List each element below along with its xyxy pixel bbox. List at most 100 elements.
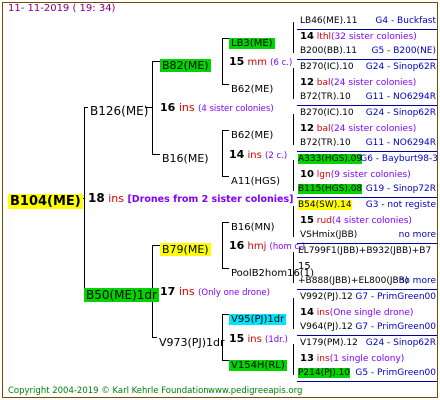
l4-left-2[interactable]: B200(BB).11 <box>300 46 357 56</box>
l4-right-8: G11 - NO6294R <box>365 138 436 148</box>
l4-row-2[interactable]: B200(BB).11 G5 - B200(NE) <box>300 46 438 56</box>
l4-left-6[interactable]: B270(IC).10 <box>300 108 354 118</box>
l2-0-in <box>152 61 160 62</box>
l4-left-14[interactable]: VSHmix(JBB) <box>300 230 357 240</box>
l4-right-12: G3 - not registe <box>365 200 436 210</box>
l4-right-5: G11 - NO6294R <box>365 92 436 102</box>
dam-name[interactable]: B50(ME)1dr <box>84 288 159 302</box>
l3-name-2[interactable]: B62(ME) <box>229 130 275 141</box>
l3-name-6[interactable]: V95(PJ)1dr <box>229 314 287 325</box>
l4-row-14[interactable]: VSHmix(JBB) no more <box>300 230 438 240</box>
l3-note-7: (1 single colony) <box>329 354 405 364</box>
l4-row-11[interactable]: B115(HGS).08 G19 - Sinop72R <box>298 184 438 194</box>
sire-name[interactable]: B126(ME) <box>88 104 150 118</box>
l3-count-4: 15 <box>300 215 314 226</box>
l2-count-2: 16 <box>229 239 245 252</box>
l2-name-1[interactable]: B16(ME) <box>160 152 211 165</box>
sire-unit: ins <box>178 101 195 114</box>
sire-node[interactable]: B126(ME) <box>88 100 150 119</box>
divider <box>297 381 437 382</box>
root-unit: ins <box>108 192 124 205</box>
root-info: 18 ins [Drones from 2 sister colonies] <box>88 191 294 205</box>
l2-2-in <box>152 245 160 246</box>
l3-unit-6: ins <box>316 308 330 318</box>
l3-4-bracket <box>293 206 294 237</box>
l3-info-0: 14 lthl(32 sister colonies) <box>300 31 417 42</box>
copyright: Copyright 2004-2019 © Karl Kehrle Founda… <box>8 386 209 396</box>
divider <box>297 105 437 106</box>
l3-unit-3: lgn <box>316 170 331 180</box>
l4-row-0[interactable]: LB46(ME).11 G4 - Buckfast <box>300 16 438 26</box>
l3-name-4[interactable]: B16(MN) <box>229 222 277 233</box>
l4-row-9[interactable]: A333(HGS).09 G6 - Bayburt98-3 <box>298 154 438 164</box>
l3-node-3[interactable]: A11(HGS) <box>229 169 282 188</box>
l4-row-15[interactable]: EL799F1(JBB)+B932(JBB)+B7 <box>298 246 431 256</box>
l4-left-18[interactable]: V992(PJ).12 <box>300 292 353 302</box>
l4-left-20[interactable]: V964(PJ).12 <box>300 322 353 332</box>
l3-node-6[interactable]: V95(PJ)1dr <box>229 307 287 326</box>
l4-left-8[interactable]: B72(TR).10 <box>300 138 351 148</box>
l3-6-bracket <box>293 298 294 329</box>
l4-row-20[interactable]: V964(PJ).12 G7 - PrimGreen00 <box>300 322 438 332</box>
l4-row-12[interactable]: B54(SW).14 G3 - not registe <box>298 200 438 210</box>
dam-node[interactable]: B50(ME)1dr <box>84 284 159 303</box>
l4-row-18[interactable]: V992(PJ).12 G7 - PrimGreen00 <box>300 292 438 302</box>
l2-node-3[interactable]: V973(PJ)1dr <box>157 331 226 350</box>
l2-0-bracket <box>222 38 223 84</box>
l4-left-16: 15 <box>298 261 311 272</box>
divider <box>297 151 437 152</box>
l2-1-in <box>152 154 160 155</box>
l4-right-18: G7 - PrimGreen00 <box>355 292 436 302</box>
l4-row-23[interactable]: P214(PJ).10 G5 - PrimGreen00 <box>298 368 438 378</box>
l4-left-23[interactable]: P214(PJ).10 <box>298 368 351 378</box>
l4-left-15[interactable]: EL799F1(JBB)+B932(JBB)+B7 <box>298 246 431 256</box>
l4-left-0[interactable]: LB46(ME).11 <box>300 16 357 26</box>
root-name[interactable]: B104(ME) <box>8 194 83 209</box>
l4-row-16: 15 <box>298 261 311 272</box>
l2-node-0[interactable]: B82(ME) <box>160 54 211 73</box>
l3-3-bracket <box>293 160 294 191</box>
l4-left-12[interactable]: B54(SW).14 <box>298 200 352 210</box>
l3-info-6: 14 ins(One single drone) <box>300 307 413 318</box>
l3-6-in <box>222 314 229 315</box>
l2-unit-1: ins <box>247 150 262 161</box>
l4-left-9[interactable]: A333(HGS).09 <box>298 154 363 164</box>
l2-1-bracket <box>222 130 223 176</box>
l2-info-1: 14 ins (2 c.) <box>229 148 287 161</box>
l2-node-1[interactable]: B16(ME) <box>160 147 211 166</box>
dam-count: 17 <box>160 285 176 298</box>
l3-name-0[interactable]: LB3(ME) <box>229 38 275 49</box>
l4-left-3[interactable]: B270(IC).10 <box>300 62 354 72</box>
root-node[interactable]: B104(ME) <box>8 190 83 209</box>
l3-node-1[interactable]: B62(ME) <box>229 77 275 96</box>
l3-name-7[interactable]: V154H(RL) <box>229 360 287 371</box>
l4-row-8[interactable]: B72(TR).10 G11 - NO6294R <box>300 138 438 148</box>
l4-left-5[interactable]: B72(TR).10 <box>300 92 351 102</box>
l2-name-2[interactable]: B79(ME) <box>160 243 211 256</box>
l3-unit-7: ins <box>316 354 330 364</box>
site-link[interactable]: www.pedigreeapis.org <box>208 386 302 396</box>
l4-row-21[interactable]: V179(PM).12 G24 - Sinop62R <box>300 338 438 348</box>
l4-right-14: no more <box>398 230 436 240</box>
l4-row-4: 12 bal(24 sister colonies) <box>300 77 417 88</box>
l4-row-3[interactable]: B270(IC).10 G24 - Sinop62R <box>300 62 438 72</box>
l2-name-3[interactable]: V973(PJ)1dr <box>157 336 226 349</box>
l4-left-17[interactable]: +B888(JBB)+EL800(JBB) <box>298 276 408 286</box>
l3-name-1[interactable]: B62(ME) <box>229 84 275 95</box>
sire-info: 16 ins (4 sister colonies) <box>160 101 274 114</box>
l4-row-6[interactable]: B270(IC).10 G24 - Sinop62R <box>300 108 438 118</box>
l3-node-4[interactable]: B16(MN) <box>229 215 277 234</box>
root-count: 18 <box>88 191 105 205</box>
l3-7-bracket <box>293 344 294 375</box>
l3-node-0[interactable]: LB3(ME) <box>229 31 275 50</box>
l4-row-5[interactable]: B72(TR).10 G11 - NO6294R <box>300 92 438 102</box>
l4-left-11[interactable]: B115(HGS).08 <box>298 184 363 194</box>
l3-node-2[interactable]: B62(ME) <box>229 123 275 142</box>
l2-node-2[interactable]: B79(ME) <box>160 238 211 257</box>
l3-node-7[interactable]: V154H(RL) <box>229 353 287 372</box>
l4-row-17[interactable]: +B888(JBB)+EL800(JBB) no more <box>298 276 438 286</box>
l4-left-21[interactable]: V179(PM).12 <box>300 338 358 348</box>
dam-unit: ins <box>178 285 195 298</box>
l2-name-0[interactable]: B82(ME) <box>160 59 211 72</box>
l3-name-3[interactable]: A11(HGS) <box>229 176 282 187</box>
